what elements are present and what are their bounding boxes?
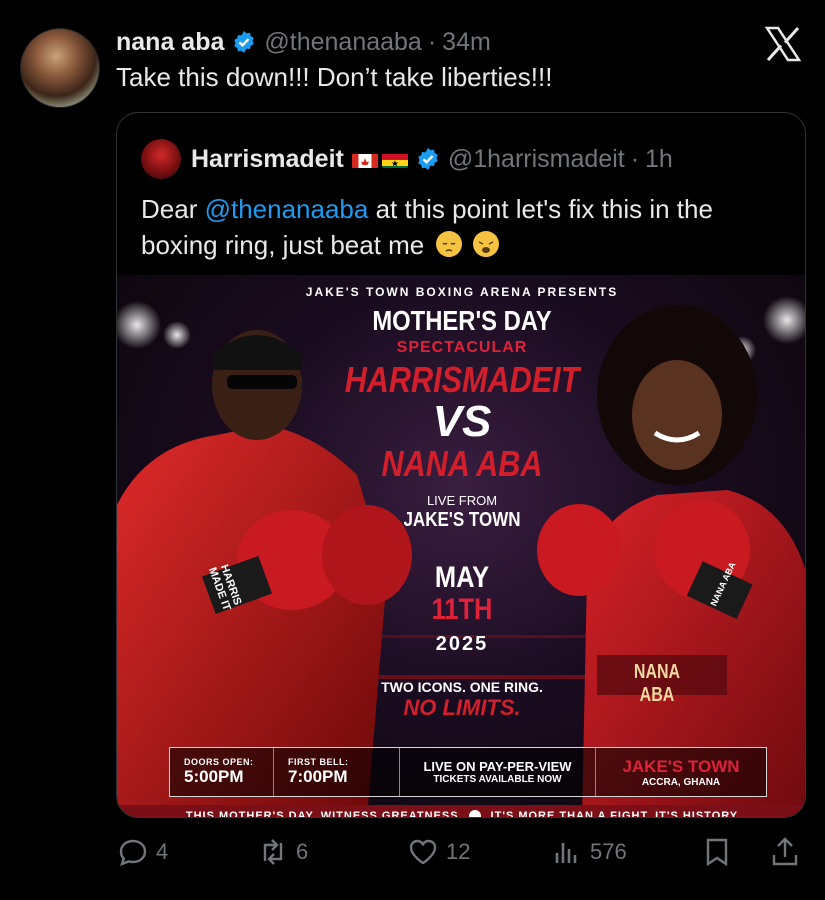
quoted-time[interactable]: 1h <box>645 145 673 174</box>
separator-dot: · <box>427 27 437 56</box>
bookmark-button[interactable] <box>700 830 734 874</box>
poster-fighter-two: NANA ABA <box>381 443 543 484</box>
canada-flag-icon <box>351 150 378 168</box>
ppv-text: LIVE ON PAY-PER-VIEW <box>423 759 572 774</box>
pensive-emoji-icon <box>435 231 462 257</box>
reply-button[interactable]: 4 <box>116 830 168 874</box>
poster-tagline: TWO ICONS. ONE RING. <box>381 679 543 695</box>
quoted-text-before: Dear <box>141 194 205 224</box>
repost-count: 6 <box>296 839 309 864</box>
share-button[interactable] <box>768 830 802 874</box>
poster-title: MOTHER'S DAY <box>372 305 552 336</box>
footer-right-text: IT'S MORE THAN A FIGHT. IT'S HISTORY <box>490 810 739 818</box>
strip-dot-icon <box>468 810 481 817</box>
poster-subtitle: SPECTACULAR <box>396 339 528 356</box>
reply-count: 4 <box>156 839 169 864</box>
tweet-time[interactable]: 34m <box>442 28 491 57</box>
poster-presents: JAKE'S TOWN BOXING ARENA PRESENTS <box>305 285 619 299</box>
tweet-text: Take this down!!! Don’t take liberties!!… <box>116 62 553 92</box>
location-cell: JAKE'S TOWN ACCRA, GHANA <box>596 748 766 796</box>
weary-emoji-icon <box>472 231 499 257</box>
poster-vs: VS <box>432 397 492 446</box>
verified-icon <box>234 31 255 53</box>
x-logo-icon <box>764 26 802 62</box>
doors-label: DOORS OPEN: <box>184 757 254 767</box>
author-name[interactable]: nana aba <box>116 28 224 57</box>
doors-time: 5:00PM <box>184 767 244 786</box>
poster-footer-strip: THIS MOTHER'S DAY, WITNESS GREATNESS IT'… <box>117 805 805 818</box>
ppv-cell: LIVE ON PAY-PER-VIEW TICKETS AVAILABLE N… <box>400 748 596 796</box>
quoted-header: Harrismadeit @1harrismadeit · 1h <box>141 139 673 179</box>
repost-button[interactable]: 6 <box>256 830 308 874</box>
footer-left-text: THIS MOTHER'S DAY, WITNESS GREATNESS <box>185 810 459 818</box>
views-count: 576 <box>590 839 627 864</box>
bookmark-icon <box>706 838 728 867</box>
location-city: ACCRA, GHANA <box>641 776 721 788</box>
like-button[interactable]: 12 <box>406 830 470 874</box>
author-avatar[interactable] <box>20 28 100 108</box>
tickets-text: TICKETS AVAILABLE NOW <box>433 774 562 785</box>
quoted-tweet[interactable]: Harrismadeit @1harrismadeit · 1h Dear @t… <box>116 112 806 818</box>
poster-day: 11TH <box>431 593 493 626</box>
doors-cell: DOORS OPEN: 5:00PM <box>170 748 274 796</box>
poster-live-from: LIVE FROM <box>426 493 498 508</box>
action-bar: 4 6 12 576 <box>116 830 806 874</box>
repost-icon <box>263 839 283 865</box>
poster-fighter-one: HARRISMADEIT <box>344 359 580 400</box>
like-count: 12 <box>446 839 471 864</box>
views-button[interactable]: 576 <box>550 830 627 874</box>
poster-year: 2025 <box>435 633 489 655</box>
share-icon <box>772 837 798 866</box>
poster-trunks-text: NANA ABA <box>633 661 681 706</box>
views-icon <box>555 843 577 863</box>
poster-tagline-2: NO LIMITS. <box>403 695 521 720</box>
mention-link[interactable]: @thenanaaba <box>205 194 369 224</box>
poster-venue: JAKE'S TOWN <box>403 509 521 531</box>
like-icon <box>409 839 437 865</box>
quoted-avatar[interactable] <box>141 139 181 179</box>
ghana-flag-icon <box>381 150 408 168</box>
fight-poster-image[interactable]: JAKE'S TOWN BOXING ARENA PRESENTS MOTHER… <box>117 275 805 818</box>
bell-label: FIRST BELL: <box>288 757 349 767</box>
poster-info-bar: DOORS OPEN: 5:00PM FIRST BELL: 7:00PM LI… <box>169 747 767 797</box>
bell-cell: FIRST BELL: 7:00PM <box>274 748 400 796</box>
quoted-text: Dear @thenanaaba at this point let's fix… <box>141 191 791 263</box>
verified-icon <box>418 148 438 170</box>
quoted-author-name[interactable]: Harrismadeit <box>191 145 344 174</box>
tweet-header: nana aba @thenanaaba · 34m <box>116 26 491 58</box>
author-handle[interactable]: @thenanaaba <box>264 28 421 57</box>
poster-month: MAY <box>434 561 490 594</box>
quoted-handle[interactable]: @1harrismadeit <box>448 145 625 174</box>
reply-icon <box>119 839 147 867</box>
separator-dot: · <box>630 144 640 173</box>
location-name: JAKE'S TOWN <box>622 756 740 776</box>
bell-time: 7:00PM <box>288 767 348 786</box>
